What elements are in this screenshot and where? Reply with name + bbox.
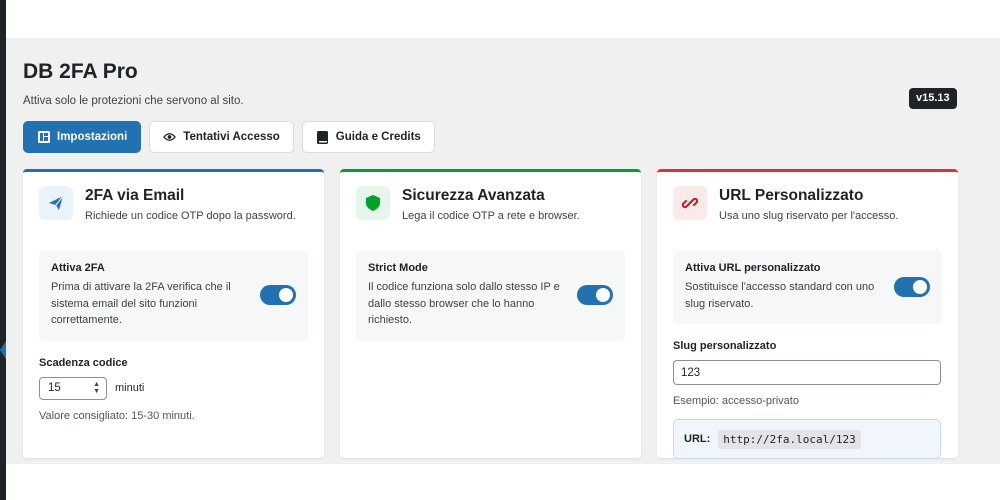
- expiry-label: Scadenza codice: [39, 356, 128, 369]
- card-description: Usa uno slug riservato per l'accesso.: [719, 210, 899, 222]
- option-title: Attiva URL personalizzato: [685, 262, 821, 274]
- card-header: 2FA via Email Richiede un codice OTP dop…: [39, 186, 308, 232]
- shield-icon: [356, 186, 390, 220]
- toggle-knob: [596, 288, 610, 303]
- slug-input[interactable]: [673, 360, 941, 385]
- option-description: Il codice funziona solo dallo stesso IP …: [368, 281, 560, 326]
- url-value: http://2fa.local/123: [718, 429, 861, 449]
- toggle-knob: [279, 288, 293, 303]
- card-description: Richiede un codice OTP dopo la password.: [85, 210, 296, 222]
- tab-label: Guida e Credits: [335, 131, 421, 143]
- eye-icon: [163, 131, 177, 144]
- slug-example: Esempio: accesso-privato: [673, 395, 799, 407]
- paper-plane-icon: [39, 186, 73, 220]
- tab-bar: Impostazioni Tentativi Accesso Guida e C…: [23, 121, 435, 153]
- option-description: Sostituisce l'accesso standard con uno s…: [685, 281, 875, 310]
- option-title: Strict Mode: [368, 262, 428, 274]
- option-attiva-2fa: Attiva 2FA Prima di attivare la 2FA veri…: [39, 250, 308, 341]
- dashboard-icon: [37, 131, 50, 144]
- tab-impostazioni[interactable]: Impostazioni: [23, 121, 142, 153]
- strict-mode-toggle[interactable]: [577, 285, 613, 306]
- attiva-2fa-toggle[interactable]: [260, 285, 296, 306]
- page-subtitle: Attiva solo le protezioni che servono al…: [23, 95, 244, 107]
- expiry-value: 15: [48, 382, 61, 394]
- tab-tentativi-accesso[interactable]: Tentativi Accesso: [149, 121, 294, 153]
- option-description: Prima di attivare la 2FA verifica che il…: [51, 281, 231, 326]
- toggle-knob: [913, 280, 927, 294]
- expiry-stepper[interactable]: 15 ▲ ▼: [39, 376, 107, 400]
- card-header: URL Personalizzato Usa uno slug riservat…: [673, 186, 942, 232]
- page-title: DB 2FA Pro: [23, 60, 138, 83]
- expiry-row: 15 ▲ ▼ minuti: [39, 376, 308, 400]
- card-title: URL Personalizzato: [719, 187, 864, 204]
- expiry-hint: Valore consigliato: 15-30 minuti.: [39, 409, 195, 422]
- card-url-personalizzato: URL Personalizzato Usa uno slug riservat…: [657, 169, 958, 459]
- book-icon: [316, 130, 329, 144]
- spin-arrows-icon[interactable]: ▲ ▼: [93, 381, 100, 395]
- attiva-url-toggle[interactable]: [894, 277, 930, 297]
- card-title: Sicurezza Avanzata: [402, 187, 545, 204]
- slug-label: Slug personalizzato: [673, 340, 777, 352]
- card-sicurezza-avanzata: Sicurezza Avanzata Lega il codice OTP a …: [340, 169, 641, 458]
- card-2fa-email: 2FA via Email Richiede un codice OTP dop…: [23, 169, 324, 458]
- card-header: Sicurezza Avanzata Lega il codice OTP a …: [356, 186, 625, 232]
- tab-guida-credits[interactable]: Guida e Credits: [301, 121, 435, 153]
- expiry-unit: minuti: [115, 382, 145, 394]
- option-title: Attiva 2FA: [51, 262, 105, 274]
- option-attiva-url: Attiva URL personalizzato Sostituisce l'…: [673, 250, 942, 324]
- card-description: Lega il codice OTP a rete e browser.: [402, 210, 580, 222]
- url-preview: URL: http://2fa.local/123: [673, 419, 941, 459]
- tab-label: Impostazioni: [57, 131, 128, 143]
- version-badge: v15.13: [909, 88, 957, 109]
- card-title: 2FA via Email: [85, 187, 185, 204]
- tab-label: Tentativi Accesso: [183, 131, 280, 143]
- settings-cards: 2FA via Email Richiede un codice OTP dop…: [23, 169, 958, 459]
- option-strict-mode: Strict Mode Il codice funziona solo dall…: [356, 250, 625, 341]
- url-label: URL:: [684, 433, 711, 445]
- plugin-page: DB 2FA Pro Attiva solo le protezioni che…: [6, 38, 1000, 464]
- link-icon: [673, 186, 707, 220]
